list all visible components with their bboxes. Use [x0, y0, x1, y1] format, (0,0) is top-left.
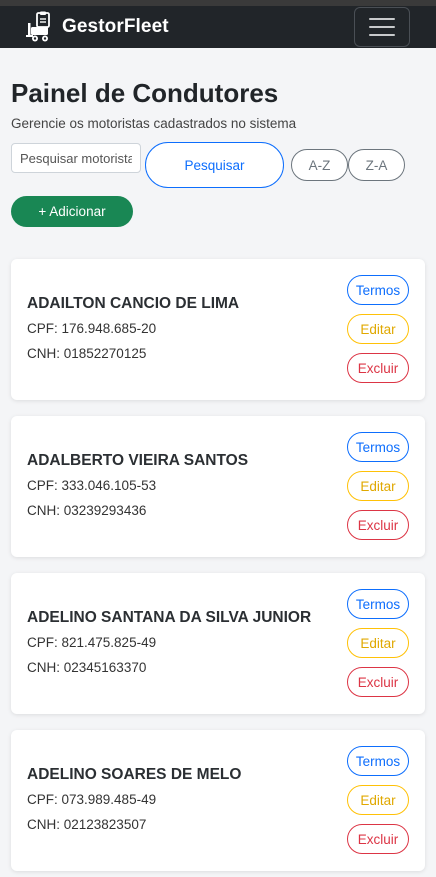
- forklift-clipboard-icon: [26, 11, 50, 42]
- driver-card: ADALBERTO VIEIRA SANTOS CPF: 333.046.105…: [11, 416, 425, 557]
- edit-button[interactable]: Editar: [347, 314, 409, 344]
- edit-button[interactable]: Editar: [347, 785, 409, 815]
- terms-button[interactable]: Termos: [347, 746, 409, 776]
- driver-cpf: CPF: 176.948.685-20: [27, 321, 157, 336]
- driver-name: ADELINO SOARES DE MELO: [27, 766, 242, 783]
- delete-button[interactable]: Excluir: [347, 353, 409, 383]
- driver-cpf: CPF: 821.475.825-49: [27, 635, 157, 650]
- terms-button[interactable]: Termos: [347, 589, 409, 619]
- edit-button[interactable]: Editar: [347, 471, 409, 501]
- sort-az-button[interactable]: A-Z: [291, 149, 348, 181]
- driver-card: ADELINO SANTANA DA SILVA JUNIOR CPF: 821…: [11, 573, 425, 714]
- terms-button[interactable]: Termos: [347, 275, 409, 305]
- delete-button[interactable]: Excluir: [347, 667, 409, 697]
- edit-button[interactable]: Editar: [347, 628, 409, 658]
- brand-name: GestorFleet: [62, 16, 169, 37]
- search-button[interactable]: Pesquisar: [145, 142, 284, 188]
- driver-card: ADELINO SOARES DE MELO CPF: 073.989.485-…: [11, 730, 425, 871]
- page-subtitle: Gerencie os motoristas cadastrados no si…: [11, 116, 297, 131]
- brand-link[interactable]: GestorFleet: [26, 11, 169, 43]
- menu-toggle-button[interactable]: [354, 7, 410, 47]
- driver-cnh: CNH: 02123823507: [27, 817, 147, 832]
- delete-button[interactable]: Excluir: [347, 510, 409, 540]
- driver-card: ADAILTON CANCIO DE LIMA CPF: 176.948.685…: [11, 259, 425, 400]
- delete-button[interactable]: Excluir: [347, 824, 409, 854]
- driver-name: ADAILTON CANCIO DE LIMA: [27, 295, 240, 312]
- navbar: GestorFleet: [0, 6, 436, 48]
- terms-button[interactable]: Termos: [347, 432, 409, 462]
- driver-name: ADALBERTO VIEIRA SANTOS: [27, 452, 249, 469]
- driver-cpf: CPF: 333.046.105-53: [27, 478, 157, 493]
- driver-name: ADELINO SANTANA DA SILVA JUNIOR: [27, 609, 312, 626]
- driver-cnh: CNH: 02345163370: [27, 660, 147, 675]
- sort-za-button[interactable]: Z-A: [348, 149, 405, 181]
- driver-cpf: CPF: 073.989.485-49: [27, 792, 157, 807]
- search-input[interactable]: [11, 143, 141, 173]
- hamburger-menu-icon: [369, 26, 395, 28]
- add-driver-button[interactable]: + Adicionar: [11, 196, 133, 227]
- hamburger-menu-icon: [369, 34, 395, 36]
- driver-cnh: CNH: 03239293436: [27, 503, 147, 518]
- driver-cnh: CNH: 01852270125: [27, 346, 147, 361]
- page-title: Painel de Condutores: [11, 78, 279, 108]
- hamburger-menu-icon: [369, 18, 395, 20]
